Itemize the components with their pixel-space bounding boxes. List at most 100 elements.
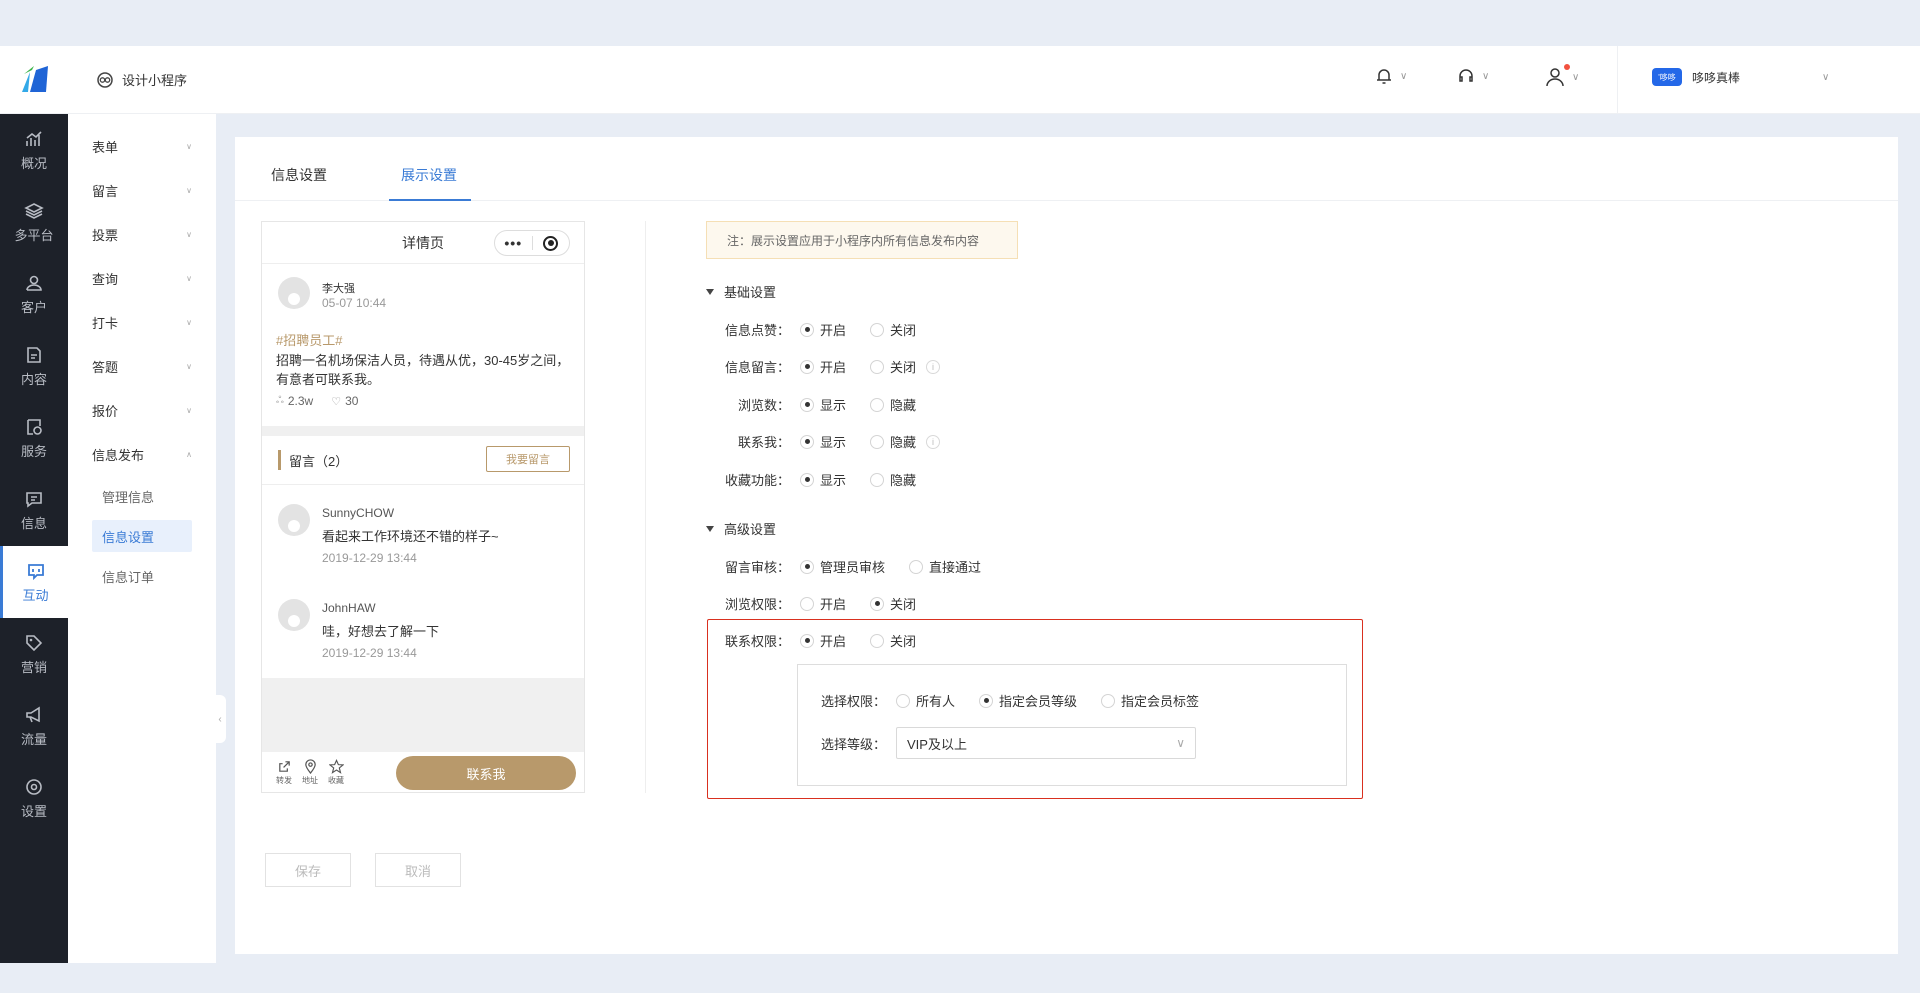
advanced-settings-header[interactable]: 高级设置 (706, 519, 776, 538)
cancel-button[interactable]: 取消 (375, 853, 461, 887)
chart-icon (26, 130, 42, 146)
post-text: 招聘一名机场保洁人员，待遇从优，30-45岁之间，有意者可联系我。 (276, 353, 570, 387)
sub-item-label: 答题 (92, 359, 119, 375)
share-icon (278, 760, 290, 772)
radio-hide[interactable]: 隐藏 (870, 432, 916, 451)
user-icon (26, 275, 42, 291)
radio-hide[interactable]: 隐藏 (870, 395, 916, 414)
comment-author: JohnHAW (322, 601, 376, 615)
user-menu[interactable]: '哆哆 哆哆真棒 (1652, 68, 1740, 86)
service-icon (27, 418, 42, 435)
tab-info-settings[interactable]: 信息设置 (271, 165, 327, 185)
sub-item-quote[interactable]: 报价 ∨ (68, 388, 216, 432)
favorite-label: 收藏 (328, 775, 344, 785)
save-button[interactable]: 保存 (265, 853, 351, 887)
setting-label: 浏览数： (738, 398, 791, 413)
basic-settings-header[interactable]: 基础设置 (706, 282, 776, 301)
radio-enable[interactable]: 开启 (800, 631, 846, 650)
radio-member-level[interactable]: 指定会员等级 (979, 691, 1077, 710)
radio-admin-review[interactable]: 管理员审核 (800, 557, 885, 576)
sub-child-info-settings[interactable]: 信息设置 (92, 520, 192, 552)
info-icon[interactable]: i (926, 434, 941, 449)
radio-everyone[interactable]: 所有人 (896, 691, 955, 710)
sub-item-info-publish[interactable]: 信息发布 ∧ (68, 432, 216, 476)
caret-down-icon (706, 525, 714, 532)
section-title: 高级设置 (724, 522, 777, 537)
radio-hide[interactable]: 隐藏 (870, 470, 916, 489)
sub-item-label: 查询 (92, 271, 119, 287)
avatar (278, 504, 310, 536)
radio-show[interactable]: 显示 (800, 432, 846, 451)
radio-disable[interactable]: 关闭 (870, 631, 916, 650)
leave-comment-button[interactable]: 我要留言 (486, 446, 570, 472)
avatar (278, 277, 310, 309)
sub-item-label: 打卡 (92, 315, 119, 331)
comment-item: SunnyCHOW 看起来工作环境还不错的样子~ 2019-12-29 13:4… (278, 504, 499, 565)
nav-multi-platform[interactable]: 多平台 (0, 186, 68, 258)
views-icon: ஃ (276, 395, 284, 406)
nav-message[interactable]: 信息 (0, 474, 68, 546)
sub-item-query[interactable]: 查询 ∨ (68, 256, 216, 300)
radio-enable[interactable]: 开启 (800, 357, 846, 376)
nav-label: 营销 (20, 659, 47, 675)
radio-show[interactable]: 显示 (800, 395, 846, 414)
sub-item-vote[interactable]: 投票 ∨ (68, 212, 216, 256)
nav-label: 内容 (20, 371, 47, 387)
radio-disable[interactable]: 关闭 (870, 594, 916, 613)
chevron-down-icon: ∨ (186, 141, 192, 151)
likes-count: 30 (345, 394, 359, 408)
comments-title: 留言（2） (289, 453, 349, 469)
tab-display-settings[interactable]: 展示设置 (401, 165, 457, 185)
sub-child-manage-info[interactable]: 管理信息 (68, 476, 216, 516)
notification-dot (1564, 64, 1570, 70)
main-sidebar: 概况 多平台 客户 内容 服务 信息 互动 营销 流量 设置 (0, 114, 68, 963)
sub-item-quiz[interactable]: 答题 ∨ (68, 344, 216, 388)
chevron-down-icon: ∨ (186, 405, 192, 415)
nav-service[interactable]: 服务 (0, 402, 68, 474)
setting-label: 留言审核： (725, 560, 791, 575)
interact-icon (27, 563, 44, 580)
chevron-down-icon[interactable]: ∨ (1822, 72, 1829, 83)
caret-down-icon (706, 288, 714, 295)
nav-content[interactable]: 内容 (0, 330, 68, 402)
avatar (278, 599, 310, 631)
level-select[interactable]: VIP及以上 ∨ (896, 727, 1197, 759)
comment-time: 2019-12-29 13:44 (322, 646, 417, 660)
favorite-action: 收藏 (328, 758, 344, 786)
nav-traffic[interactable]: 流量 (0, 690, 68, 762)
radio-enable[interactable]: 开启 (800, 320, 846, 339)
account-button[interactable]: ∨ (1544, 66, 1579, 88)
radio-disable[interactable]: 关闭 (870, 357, 916, 376)
radio-enable[interactable]: 开启 (800, 594, 846, 613)
tag-icon (26, 634, 43, 651)
radio-disable[interactable]: 关闭 (870, 320, 916, 339)
radio-show[interactable]: 显示 (800, 470, 846, 489)
info-icon[interactable]: i (926, 359, 941, 374)
sub-child-info-orders[interactable]: 信息订单 (68, 556, 216, 596)
collapse-sidebar-button[interactable]: ‹ (214, 695, 226, 743)
radio-member-tag[interactable]: 指定会员标签 (1101, 691, 1199, 710)
nav-marketing[interactable]: 营销 (0, 618, 68, 690)
sub-item-checkin[interactable]: 打卡 ∨ (68, 300, 216, 344)
notification-button[interactable]: ∨ (1374, 66, 1407, 86)
app-logo-icon[interactable] (16, 62, 52, 98)
radio-direct-pass[interactable]: 直接通过 (909, 557, 981, 576)
nav-label: 多平台 (14, 227, 54, 243)
user-name: 哆哆真棒 (1692, 70, 1741, 85)
sub-item-form[interactable]: 表单 ∨ (68, 124, 216, 168)
nav-interact[interactable]: 互动 (0, 546, 68, 618)
support-button[interactable]: ∨ (1456, 66, 1489, 86)
nav-label: 互动 (22, 587, 49, 603)
post-author: 李大强 05-07 10:44 (278, 277, 386, 310)
breadcrumb[interactable]: 设计小程序 (96, 70, 187, 89)
chevron-down-icon: ∨ (186, 185, 192, 195)
section-gap (262, 426, 584, 436)
setting-label: 信息留言： (725, 360, 791, 375)
chevron-down-icon: ∨ (1176, 736, 1186, 750)
nav-settings[interactable]: 设置 (0, 762, 68, 834)
more-icon: ••• (504, 235, 523, 251)
accent-bar (278, 450, 281, 470)
sub-item-comment[interactable]: 留言 ∨ (68, 168, 216, 212)
nav-customer[interactable]: 客户 (0, 258, 68, 330)
nav-overview[interactable]: 概况 (0, 114, 68, 186)
